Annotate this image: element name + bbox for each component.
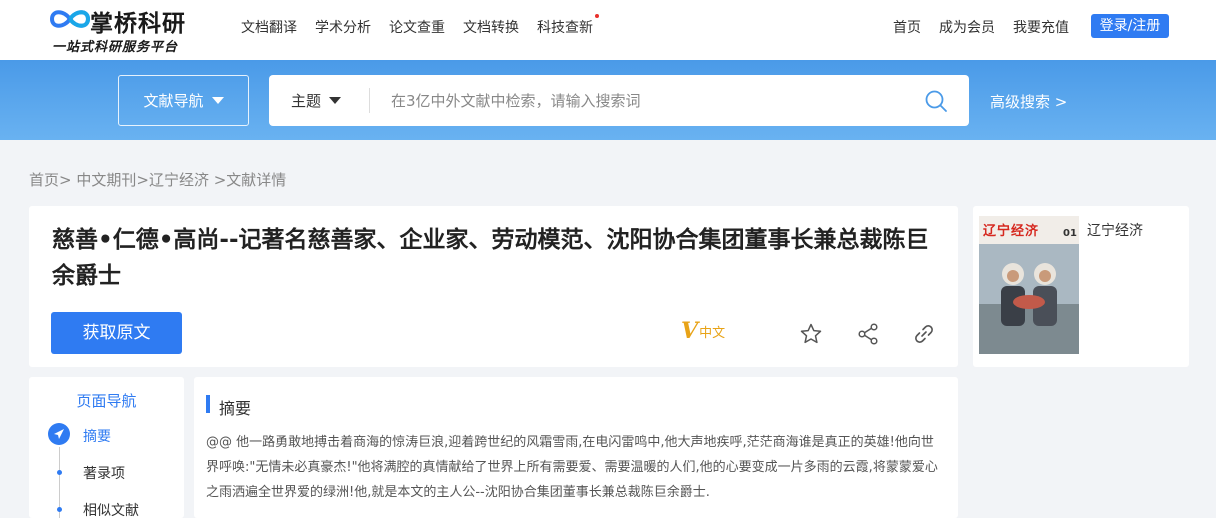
main-nav: 文档翻译 学术分析 论文查重 文档转换 科技查新: [232, 14, 602, 37]
get-fulltext-button[interactable]: 获取原文: [51, 312, 182, 354]
cover-header: 辽宁经济 01: [979, 216, 1079, 244]
nav-item-doc-convert[interactable]: 文档转换: [463, 17, 519, 37]
doc-nav-label: 文献导航: [143, 92, 204, 110]
nav-item-home[interactable]: 首页: [893, 17, 921, 37]
search-icon[interactable]: [924, 89, 948, 113]
breadcrumb: 首页> 中文期刊>辽宁经济 >文献详情: [29, 169, 286, 190]
language-v-mark: V: [681, 318, 699, 344]
abstract-heading: 摘要: [219, 399, 252, 418]
cover-photo: [979, 244, 1079, 354]
nav-item-recharge[interactable]: 我要充值: [1013, 17, 1069, 37]
cover-title: 辽宁经济: [983, 224, 1040, 239]
right-nav: 首页 成为会员 我要充值: [875, 17, 1069, 37]
divider: [369, 88, 370, 113]
search-box: 主题: [269, 75, 969, 126]
nav-item-analysis[interactable]: 学术分析: [315, 17, 371, 37]
journal-cover-image[interactable]: 辽宁经济 01: [979, 216, 1079, 354]
abstract-text: @@ 他一路勇敢地搏击着商海的惊涛巨浪,迎着跨世纪的风霜雪雨,在电闪雷鸣中,他大…: [206, 435, 938, 500]
active-locate-icon: [48, 423, 70, 445]
article-header-card: 慈善•仁德•高尚--记著名慈善家、企业家、劳动模范、沈阳协合集团董事长兼总裁陈巨…: [29, 206, 958, 367]
site-logo[interactable]: 掌桥科研 一站式科研服务平台: [48, 2, 208, 58]
logo-title: 掌桥科研: [90, 11, 186, 37]
nav-item-label: 科技查新: [537, 20, 593, 36]
nav-item-membership[interactable]: 成为会员: [939, 17, 995, 37]
top-bar: 掌桥科研 一站式科研服务平台 文档翻译 学术分析 论文查重 文档转换 科技查新 …: [0, 0, 1216, 60]
page-nav-dot: [57, 470, 62, 475]
article-title: 慈善•仁德•高尚--记著名慈善家、企业家、劳动模范、沈阳协合集团董事长兼总裁陈巨…: [52, 227, 929, 289]
page-nav-item-bibliographic[interactable]: 著录项: [83, 463, 125, 483]
caret-down-icon: [329, 97, 342, 104]
link-icon[interactable]: [912, 322, 936, 346]
journal-name[interactable]: 辽宁经济: [1087, 220, 1143, 240]
search-banner: 文献导航 主题 高级搜索 >: [0, 60, 1216, 140]
doc-nav-dropdown[interactable]: 文献导航: [118, 75, 249, 126]
language-label: 中文: [699, 326, 726, 341]
breadcrumb-chinese-journals[interactable]: 中文期刊>: [76, 171, 149, 189]
page-nav-item-abstract[interactable]: 摘要: [83, 426, 111, 446]
page-navigation: 页面导航 摘要 著录项 相似文献: [29, 377, 184, 518]
journal-card: 辽宁经济 01 辽宁经济: [973, 206, 1189, 367]
logo-subtitle: 一站式科研服务平台: [52, 40, 179, 55]
logo-infinity-icon: [49, 10, 91, 28]
breadcrumb-home[interactable]: 首页>: [29, 171, 72, 189]
advanced-search-link[interactable]: 高级搜索 >: [990, 91, 1067, 112]
language-badge: V 中文: [681, 320, 725, 342]
page-nav-title: 页面导航: [76, 392, 137, 410]
section-marker: [206, 395, 210, 413]
breadcrumb-journal[interactable]: 辽宁经济: [149, 171, 209, 189]
nav-item-novelty-search[interactable]: 科技查新: [537, 14, 599, 37]
search-input[interactable]: [391, 88, 911, 113]
star-icon[interactable]: [799, 322, 823, 346]
topic-dropdown[interactable]: 主题: [291, 75, 342, 126]
login-register-button[interactable]: 登录/注册: [1091, 14, 1169, 38]
new-badge-dot: [595, 14, 599, 18]
caret-down-icon: [211, 97, 224, 104]
cover-issue: 01: [1063, 228, 1077, 239]
page-nav-item-similar[interactable]: 相似文献: [83, 500, 139, 518]
page-nav-dot: [57, 507, 62, 512]
abstract-section: 摘要 @@ 他一路勇敢地搏击着商海的惊涛巨浪,迎着跨世纪的风霜雪雨,在电闪雷鸣中…: [194, 377, 958, 518]
nav-item-translate[interactable]: 文档翻译: [241, 17, 297, 37]
navigation-arrow-icon: [54, 429, 64, 439]
nav-item-plagiarism-check[interactable]: 论文查重: [389, 17, 445, 37]
topic-label: 主题: [291, 92, 322, 110]
breadcrumb-current: >文献详情: [213, 171, 287, 189]
share-icon[interactable]: [856, 322, 880, 346]
